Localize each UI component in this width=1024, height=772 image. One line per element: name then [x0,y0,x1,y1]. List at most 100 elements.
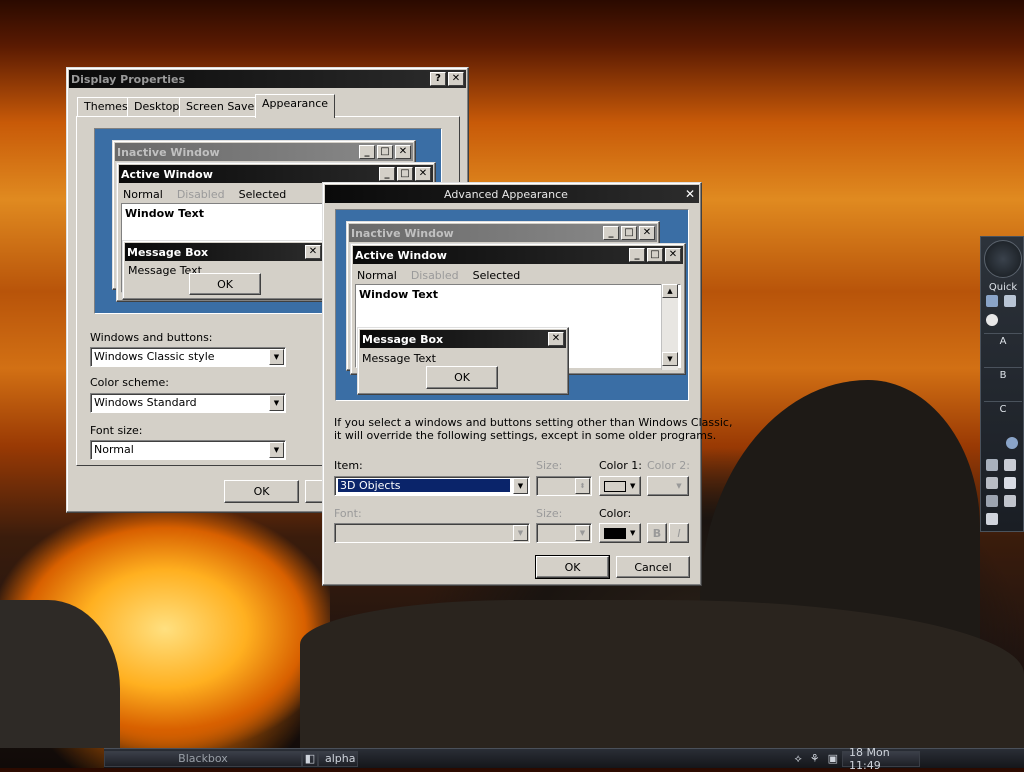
chevron-down-icon[interactable]: ▼ [575,525,590,541]
chevron-down-icon[interactable]: ▼ [513,525,528,541]
minimize-icon: _ [379,167,395,181]
font-size-value: Normal [94,443,134,456]
color1-swatch [604,480,626,492]
maximize-icon: □ [397,167,413,181]
menu-selected: Selected [472,268,521,282]
tray-arrow-icon[interactable]: ⟡ [790,752,805,766]
window-title: Display Properties [71,72,186,86]
scroll-up-icon: ▲ [662,284,678,298]
folder-icon[interactable] [986,459,998,471]
info-line-2: it will override the following settings,… [334,429,717,442]
chevron-down-icon: ▼ [676,482,682,490]
italic-button[interactable]: I [669,523,689,543]
preview-ok-button: OK [189,273,261,295]
document-icon[interactable] [1004,477,1016,489]
color1-label: Color 1: [599,459,642,472]
font-size-select[interactable]: Normal ▼ [90,440,286,460]
message-text: Message Text [362,352,436,365]
color-scheme-select[interactable]: Windows Standard ▼ [90,393,286,413]
chevron-down-icon[interactable]: ▼ [269,349,284,365]
active-window-title: Active Window [121,167,213,181]
color2-label: Color 2: [647,459,690,472]
active-window-title: Active Window [355,248,447,262]
clock-icon [984,240,1022,278]
font-size-label: Font size: [90,424,143,437]
media-icon[interactable] [986,314,998,326]
preview-scrollbar: ▲ ▼ [661,284,678,370]
close-icon: ✕ [665,248,681,262]
item-label: Item: [334,459,363,472]
tray-volume-icon[interactable]: ▣ [824,752,842,765]
font-size-select-2[interactable]: ▼ [536,523,592,543]
display-ok-button[interactable]: OK [224,480,299,503]
close-icon: ✕ [415,167,431,181]
font-color-picker[interactable]: ▼ [599,523,641,543]
adv-preview-ok-button: OK [426,366,498,389]
network-icon[interactable] [986,495,998,507]
windows-buttons-select[interactable]: Windows Classic style ▼ [90,347,286,367]
close-button[interactable]: ✕ [448,72,464,86]
item-value: 3D Objects [338,479,510,492]
dock-row-c[interactable]: C [984,401,1022,417]
font-color-swatch [604,527,626,539]
menu-normal: Normal [123,187,163,201]
tab-screen-saver[interactable]: Screen Saver [179,97,266,117]
chevron-down-icon[interactable]: ▼ [269,395,284,411]
scroll-down-icon: ▼ [662,352,678,366]
advanced-titlebar[interactable]: Advanced Appearance ✕ [325,185,699,203]
workspace-switch-icon[interactable]: ◧ [302,750,318,767]
settings-icon[interactable] [1004,495,1016,507]
size-label: Size: [536,459,563,472]
chevron-down-icon[interactable]: ▼ [269,442,284,458]
font-size-label-2: Size: [536,507,563,520]
dock-row-b[interactable]: B [984,367,1022,383]
maximize-icon: □ [647,248,663,262]
close-icon: ✕ [548,332,564,346]
chevron-down-icon: ▼ [630,529,636,537]
clock[interactable]: 18 Mon 11:49 [842,746,920,772]
quick-launch-dock: Quick A B C [980,236,1024,532]
browser-icon[interactable] [986,295,998,307]
help-button[interactable]: ? [430,72,446,86]
tab-appearance[interactable]: Appearance [255,94,336,118]
recycle-bin-icon[interactable] [986,513,998,525]
advanced-ok-button[interactable]: OK [535,555,610,579]
advanced-cancel-button[interactable]: Cancel [616,556,690,578]
minimize-icon: _ [629,248,645,262]
cup-icon[interactable] [986,477,998,489]
chevron-down-icon[interactable]: ▼ [513,478,528,494]
browser-icon[interactable] [1006,437,1018,449]
windows-buttons-value: Windows Classic style [94,350,215,363]
app-icon[interactable] [1004,295,1016,307]
display-properties-titlebar[interactable]: Display Properties ? ✕ [69,70,466,88]
menu-disabled: Disabled [410,268,459,282]
font-select[interactable]: ▼ [334,523,530,543]
size-spinner[interactable]: ⬍ [536,476,592,496]
font-label: Font: [334,507,362,520]
workspace-label[interactable]: Blackbox [104,750,302,767]
spinner-arrows-icon[interactable]: ⬍ [575,478,590,494]
chevron-down-icon: ▼ [630,482,636,490]
maximize-icon: □ [621,226,637,240]
message-box-title: Message Box [362,332,444,346]
color2-picker[interactable]: ▼ [647,476,689,496]
color1-picker[interactable]: ▼ [599,476,641,496]
bold-button[interactable]: B [647,523,667,543]
task-alpha[interactable]: alpha [318,750,358,767]
close-icon: ✕ [639,226,655,240]
color-scheme-value: Windows Standard [94,396,197,409]
inactive-window-title: Inactive Window [117,145,220,159]
menu-disabled: Disabled [176,187,225,201]
tab-desktop[interactable]: Desktop [127,97,187,117]
menu-normal: Normal [357,268,397,282]
dock-row-a[interactable]: A [984,333,1022,349]
info-line-1: If you select a windows and buttons sett… [334,416,733,429]
font-color-label: Color: [599,507,632,520]
close-icon: ✕ [395,145,411,159]
close-icon[interactable]: ✕ [685,187,697,201]
close-icon: ✕ [305,245,321,259]
tray-network-icon[interactable]: ⚘ [806,752,824,765]
menu-selected: Selected [238,187,287,201]
item-select[interactable]: 3D Objects ▼ [334,476,530,496]
printer-icon[interactable] [1004,459,1016,471]
